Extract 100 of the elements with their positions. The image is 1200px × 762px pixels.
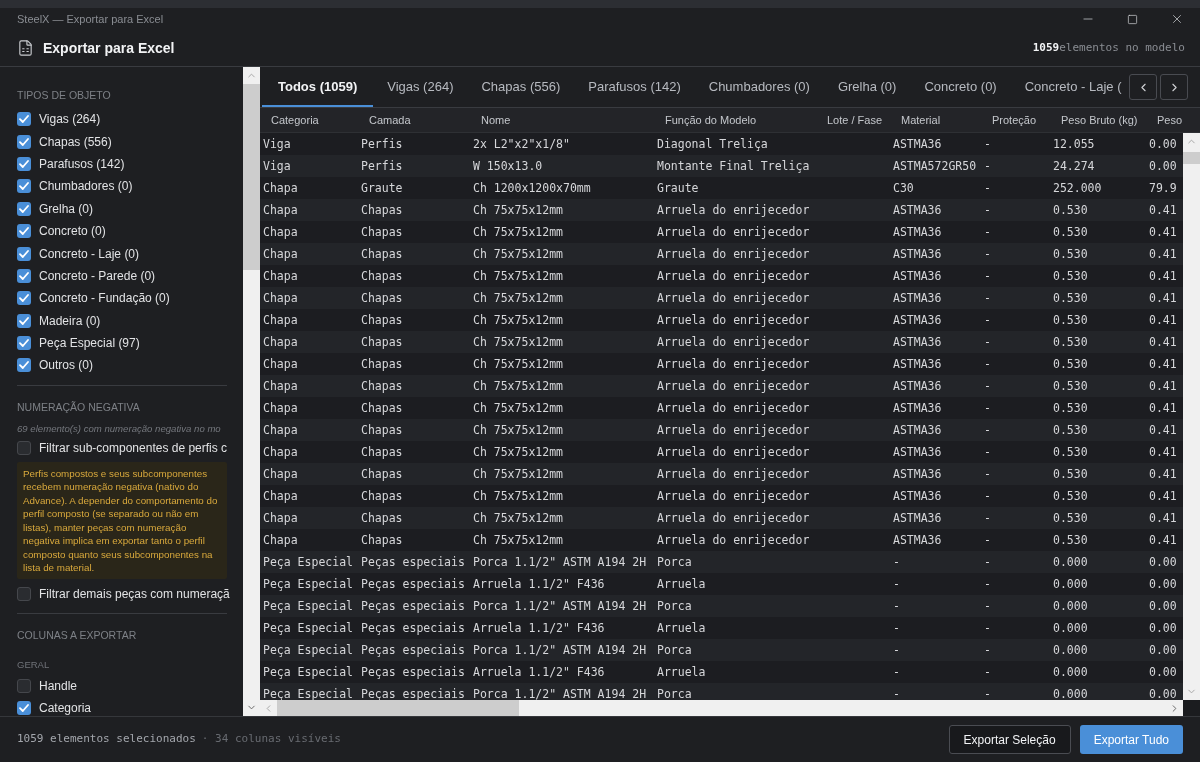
checkbox[interactable]: [17, 440, 31, 455]
cell-text: 0.000: [1053, 621, 1088, 635]
cell-text: Arruela 1.1/2" F436: [473, 577, 605, 591]
checkbox-label[interactable]: Peça Especial (97): [39, 336, 140, 351]
cell-text: Peças especiais: [361, 599, 465, 613]
checkbox-label[interactable]: Concreto (0): [39, 224, 106, 239]
cell-text: Arruela do enrijecedor: [657, 247, 810, 261]
checkbox-label[interactable]: Madeira (0): [39, 313, 101, 328]
column-header[interactable]: Material: [890, 108, 981, 132]
cell-text: -: [984, 511, 991, 525]
checkbox-label[interactable]: Concreto - Laje (0): [39, 246, 140, 261]
cell-text: Peças especiais: [361, 555, 465, 569]
checkbox[interactable]: [17, 291, 31, 306]
cell-text: Porca: [657, 555, 692, 569]
checkbox-label[interactable]: Concreto - Parede (0): [39, 268, 156, 283]
cell-text: Arruela do enrijecedor: [657, 445, 810, 459]
tab[interactable]: Chapas (556): [467, 67, 575, 107]
checkbox-label[interactable]: Handle: [39, 678, 78, 693]
checkbox[interactable]: [17, 701, 31, 716]
cell-text: Porca: [657, 599, 692, 613]
tab[interactable]: Concreto (0): [910, 67, 1011, 107]
checkbox-label[interactable]: Grelha (0): [39, 201, 94, 216]
cell-text: Chapa: [263, 291, 298, 305]
cell-text: Chapa: [263, 225, 298, 239]
checkbox[interactable]: [17, 134, 31, 149]
checkbox[interactable]: [17, 313, 31, 328]
cell-text: 0.530: [1053, 401, 1088, 415]
cell-text: ASTMA36: [893, 269, 942, 283]
column-header[interactable]: Função do Modelo: [654, 108, 816, 132]
cell-text: Arruela do enrijecedor: [657, 225, 810, 239]
column-header[interactable]: Categoria: [260, 108, 358, 132]
cell-text: Chapa: [263, 533, 298, 547]
checkbox-label[interactable]: Categoria: [39, 701, 92, 716]
checkbox[interactable]: [17, 201, 31, 216]
checkbox[interactable]: [17, 179, 31, 194]
checkbox-label[interactable]: Outros (0): [39, 358, 93, 373]
cell-text: 24.274: [1053, 159, 1095, 173]
secondary-button[interactable]: Exportar Seleção: [948, 725, 1071, 754]
cell-text: Arruela do enrijecedor: [657, 533, 810, 547]
checkbox[interactable]: [17, 156, 31, 171]
checkbox-label[interactable]: Chapas (556): [39, 134, 112, 149]
cell-text: Ch 75x75x12mm: [473, 423, 563, 437]
cell-text: Porca 1.1/2" ASTM A194 2H: [473, 555, 647, 569]
tab[interactable]: Concreto - Laje (: [1010, 67, 1122, 107]
cell-text: ASTMA36: [893, 423, 942, 437]
tab[interactable]: Chumbadores (0): [694, 67, 824, 107]
column-header[interactable]: Camada: [358, 108, 470, 132]
cell-text: 0.00: [1149, 137, 1177, 151]
column-header[interactable]: Proteção: [981, 108, 1050, 132]
section-heading: COLUNAS A EXPORTAR: [17, 627, 138, 642]
checkbox-label[interactable]: Chumbadores (0): [39, 179, 133, 194]
cell-text: Arruela: [657, 665, 706, 679]
cell-text: Chapa: [263, 357, 298, 371]
checkbox-label[interactable]: Vigas (264): [39, 112, 101, 127]
scroll-left-button[interactable]: [1129, 74, 1157, 100]
scroll-right-button[interactable]: [1160, 74, 1188, 100]
tab[interactable]: Parafusos (142): [574, 67, 695, 107]
cell-text: -: [984, 159, 991, 173]
cell-text: -: [893, 621, 900, 635]
cell-text: 0.000: [1053, 599, 1088, 613]
cell-text: ASTMA36: [893, 533, 942, 547]
checkbox-label[interactable]: Filtrar sub-componentes de perfis c: [39, 440, 228, 455]
cell-text: Arruela 1.1/2" F436: [473, 665, 605, 679]
checkbox[interactable]: [17, 586, 31, 601]
cell-text: Perfis: [361, 137, 403, 151]
cell-text: 0.41: [1149, 511, 1177, 525]
cell-text: Ch 75x75x12mm: [473, 203, 563, 217]
warning-box: Perfis compostos e seus subcomponentes recebem numeração negativa (nativo do Advance). A depender do comportamento do perfil composto (se separado ou não em listas), manter peças com numeração negativa implica em exportar tanto o perfil composto quanto seus subcomponentes na lista de material.: [17, 462, 227, 580]
cell-text: Chapa: [263, 467, 298, 481]
cell-text: Chapas: [361, 269, 403, 283]
scrollbar-thumb[interactable]: [1183, 152, 1200, 164]
cell-text: 0.41: [1149, 269, 1177, 283]
tab[interactable]: Grelha (0): [823, 67, 911, 107]
checkbox[interactable]: [17, 246, 31, 261]
cell-text: Chapas: [361, 423, 403, 437]
cell-text: 2x L2"x2"x1/8": [473, 137, 570, 151]
cell-text: -: [984, 335, 991, 349]
checkbox[interactable]: [17, 112, 31, 127]
scrollbar-thumb[interactable]: [243, 84, 260, 270]
checkbox[interactable]: [17, 678, 31, 693]
cell-text: Peças especiais: [361, 665, 465, 679]
cell-text: -: [984, 379, 991, 393]
cell-text: Ch 75x75x12mm: [473, 269, 563, 283]
cell-text: 0.530: [1053, 423, 1088, 437]
scrollbar-thumb[interactable]: [277, 700, 519, 716]
checkbox[interactable]: [17, 358, 31, 373]
cell-text: 0.530: [1053, 269, 1088, 283]
checkbox-label[interactable]: Filtrar demais peças com numeraçã: [39, 586, 230, 601]
checkbox-label[interactable]: Parafusos (142): [39, 156, 125, 171]
cell-text: 0.41: [1149, 445, 1177, 459]
checkbox[interactable]: [17, 336, 31, 351]
column-header[interactable]: Peso Bruto (kg): [1050, 108, 1146, 132]
column-header[interactable]: Peso: [1146, 108, 1183, 132]
cell-text: ASTMA36: [893, 225, 942, 239]
column-header[interactable]: Lote / Fase: [816, 108, 890, 132]
column-header[interactable]: Nome: [470, 108, 654, 132]
checkbox-label[interactable]: Concreto - Fundação (0): [39, 291, 170, 306]
checkbox[interactable]: [17, 268, 31, 283]
tab[interactable]: Vigas (264): [373, 67, 468, 107]
checkbox[interactable]: [17, 224, 31, 239]
